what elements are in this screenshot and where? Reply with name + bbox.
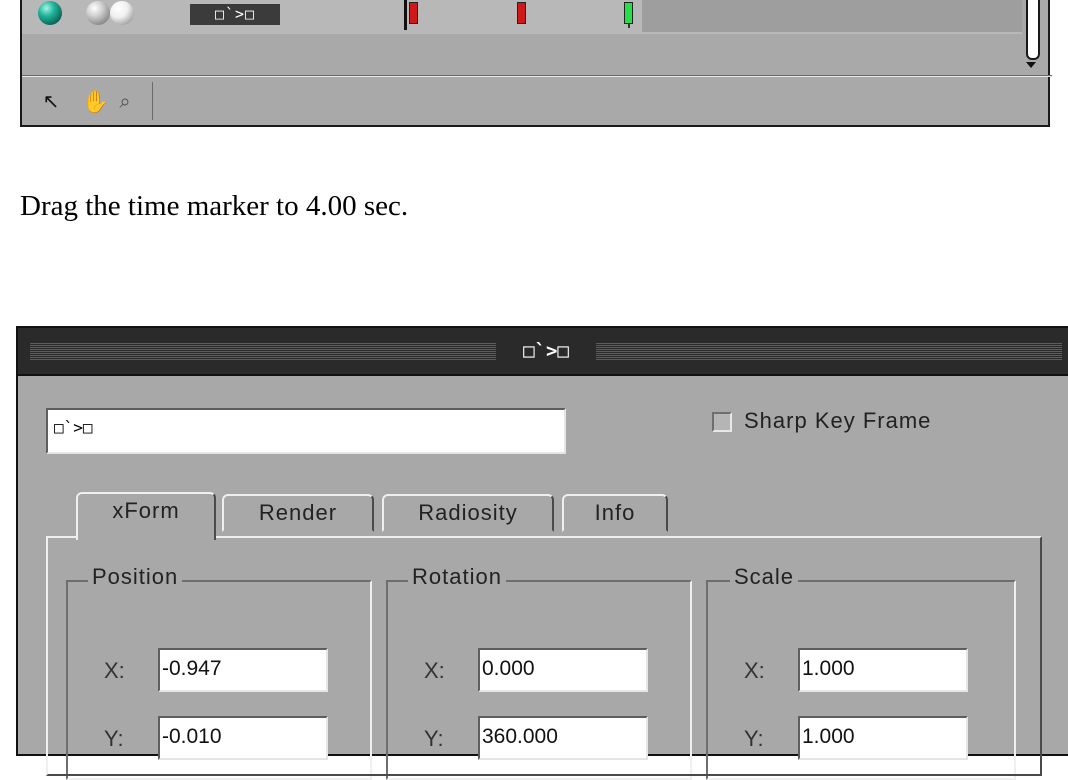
hand-tool-icon[interactable]: ✋ [82, 88, 109, 116]
sharp-key-frame-checkbox[interactable] [712, 412, 732, 432]
position-x-field[interactable]: -0.947 [158, 648, 328, 692]
divider [22, 76, 1052, 77]
vertical-scrollbar[interactable] [1026, 0, 1040, 60]
toolbar-separator [152, 82, 153, 120]
object-color-ball-icon[interactable] [38, 1, 62, 25]
timeline-lane [642, 0, 1022, 32]
rotation-y-label: Y: [424, 726, 444, 751]
keyframe-marker-selected[interactable] [624, 2, 633, 24]
timeline-panel: □`>□ ↖ ✋ ⌕ [20, 0, 1052, 127]
position-y-label: Y: [104, 726, 124, 751]
tab-xform[interactable]: xForm [76, 492, 216, 540]
rotation-group-title: Rotation [408, 564, 506, 590]
timeline-object-label[interactable]: □`>□ [190, 4, 280, 25]
scale-group-title: Scale [730, 564, 799, 590]
keyframe-marker[interactable] [517, 2, 526, 24]
visibility-toggle-ball-icon[interactable] [110, 1, 134, 25]
pointer-tool-icon[interactable]: ↖ [38, 88, 64, 116]
rotation-y-field[interactable]: 360.000 [478, 716, 648, 760]
object-name-field[interactable]: □`>□ [46, 408, 566, 454]
position-y-field[interactable]: -0.010 [158, 716, 328, 760]
object-properties-dialog: □`>□ □`>□ Sharp Key Frame xForm Render R… [16, 326, 1068, 780]
tab-render[interactable]: Render [222, 494, 374, 532]
scale-y-label: Y: [744, 726, 764, 751]
zoom-tool-icon[interactable]: ⌕ [112, 88, 138, 116]
scale-x-field[interactable]: 1.000 [798, 648, 968, 692]
scale-y-field[interactable]: 1.000 [798, 716, 968, 760]
tab-info[interactable]: Info [562, 494, 668, 532]
position-group-title: Position [88, 564, 183, 590]
time-marker[interactable] [404, 0, 407, 30]
dialog-title: □`>□ [496, 339, 596, 363]
keyframe-marker[interactable] [409, 2, 418, 24]
keyframe-stem [628, 24, 630, 28]
rotation-x-field[interactable]: 0.000 [478, 648, 648, 692]
dialog-title-bar[interactable]: □`>□ [18, 328, 1068, 376]
timeline-track-row: □`>□ [22, 0, 1022, 34]
instruction-text: Drag the time marker to 4.00 sec. [20, 190, 409, 222]
position-x-label: X: [104, 658, 125, 683]
sharp-key-frame-label[interactable]: Sharp Key Frame [744, 408, 931, 434]
render-toggle-ball-icon[interactable] [86, 1, 110, 25]
scroll-down-arrow-icon[interactable] [1026, 62, 1036, 68]
tab-radiosity[interactable]: Radiosity [382, 494, 554, 532]
rotation-x-label: X: [424, 658, 445, 683]
scale-x-label: X: [744, 658, 765, 683]
